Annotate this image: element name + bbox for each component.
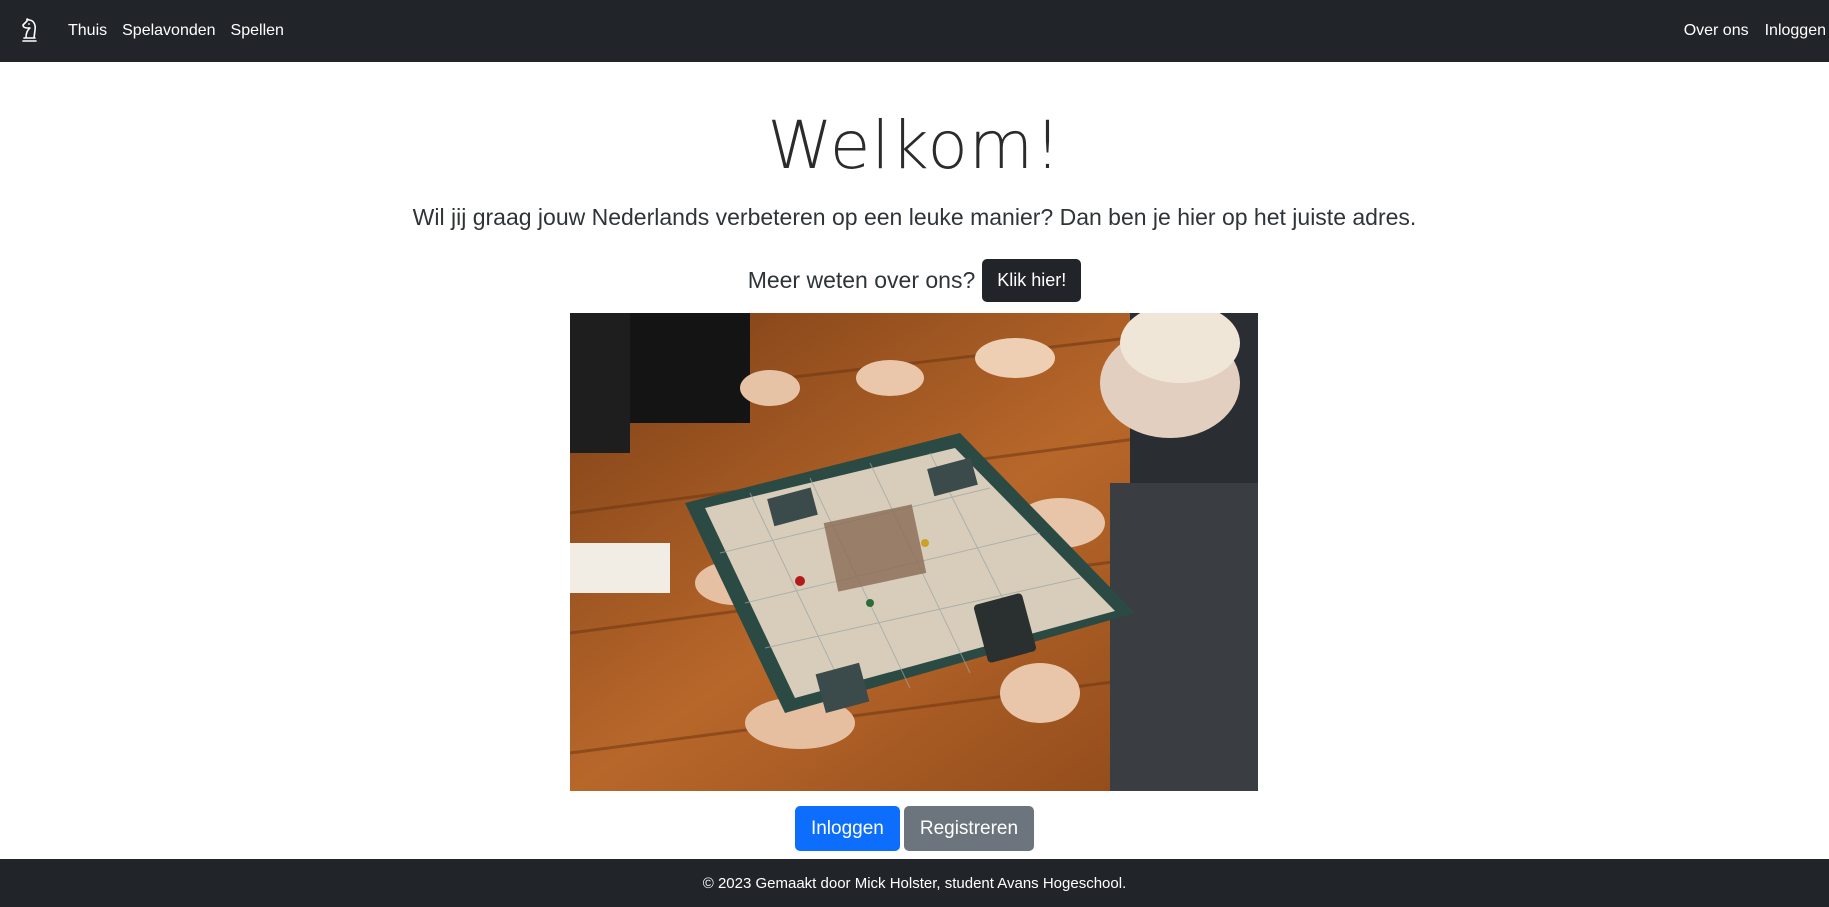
nav-link-spelavonden[interactable]: Spelavonden	[122, 22, 215, 40]
klik-hier-button[interactable]: Klik hier!	[982, 259, 1082, 302]
page-footer: © 2023 Gemaakt door Mick Holster, studen…	[0, 859, 1829, 907]
nav-link-thuis[interactable]: Thuis	[68, 22, 107, 40]
board-game-illustration	[570, 313, 1258, 791]
nav-link-spellen[interactable]: Spellen	[231, 22, 284, 40]
register-button[interactable]: Registreren	[903, 806, 1035, 851]
more-info-text: Meer weten over ons?	[747, 267, 976, 293]
intro-text: Wil jij graag jouw Nederlands verbeteren…	[412, 204, 1417, 230]
nav-link-over-ons[interactable]: Over ons	[1684, 22, 1749, 40]
nav-link-inloggen[interactable]: Inloggen	[1765, 22, 1826, 40]
board-game-photo	[570, 313, 1258, 791]
nav-right-group: Over ons Inloggen	[1684, 0, 1826, 62]
main-content: Welkom! Wil jij graag jouw Nederlands ve…	[0, 62, 1829, 859]
more-info-row: Meer weten over ons? Klik hier!	[0, 259, 1829, 302]
chess-knight-icon[interactable]	[18, 17, 40, 43]
nav-left-group: Thuis Spelavonden Spellen	[68, 0, 284, 62]
footer-copyright: © 2023 Gemaakt door Mick Holster, studen…	[702, 874, 1127, 892]
auth-buttons: Inloggen Registreren	[0, 806, 1829, 851]
top-navbar: Thuis Spelavonden Spellen Over ons Inlog…	[0, 0, 1829, 62]
page-title: Welkom!	[767, 107, 1062, 184]
login-button[interactable]: Inloggen	[794, 806, 900, 851]
